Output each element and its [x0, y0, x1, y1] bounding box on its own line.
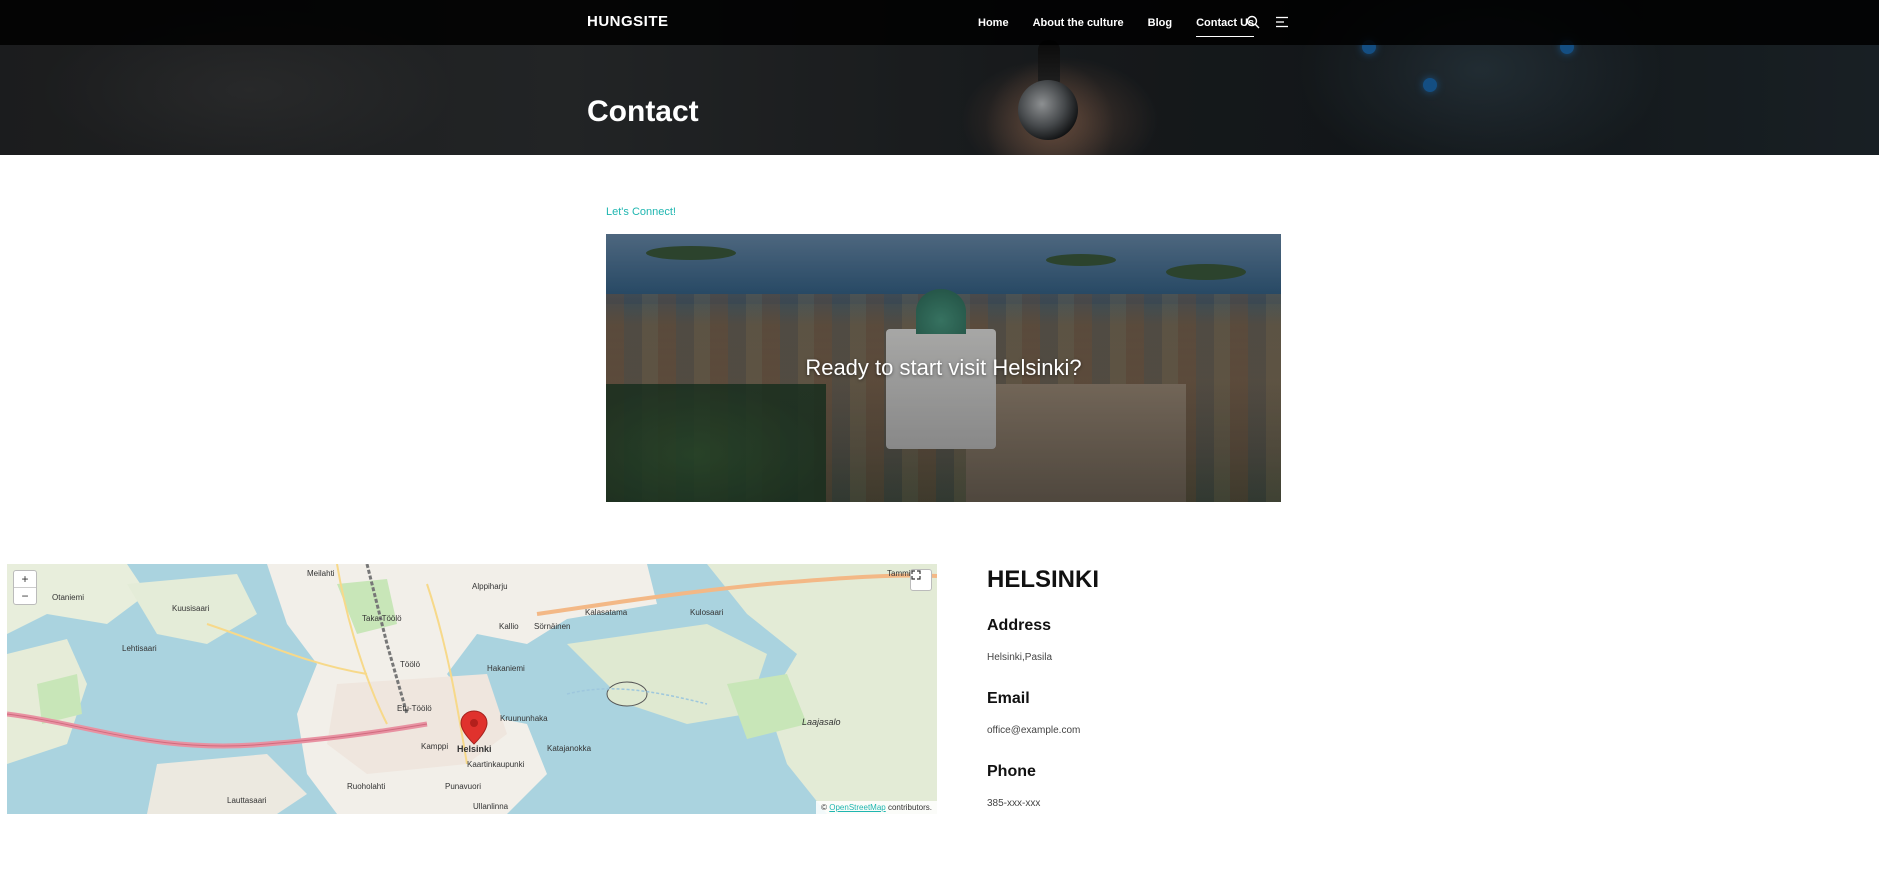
main-nav: Home About the culture Blog Contact Us: [978, 0, 1278, 45]
location-map[interactable]: Otaniemi Kuusisaari Lehtisaari Meilahti …: [7, 564, 937, 814]
navbar: HUNGSITE Home About the culture Blog Con…: [0, 0, 1879, 45]
map-label: Punavuori: [445, 782, 482, 791]
map-label: Töölö: [400, 660, 421, 669]
nav-about-culture[interactable]: About the culture: [1033, 15, 1124, 31]
map-label: Katajanokka: [547, 744, 592, 753]
map-zoom-control: + −: [13, 570, 37, 605]
attribution-suffix: contributors.: [887, 803, 932, 812]
map-label: Lehtisaari: [122, 644, 157, 653]
map-label: Kuusisaari: [172, 604, 210, 613]
map-label: Laajasalo: [802, 717, 841, 727]
map-label: Ruoholahti: [347, 782, 386, 791]
map-tiles: [7, 564, 937, 814]
map-label: Kaartinkaupunki: [467, 760, 525, 769]
address-value: Helsinki,Pasila: [987, 652, 1053, 663]
map-label: Kulosaari: [690, 608, 724, 617]
nav-blog[interactable]: Blog: [1148, 15, 1172, 31]
fullscreen-button[interactable]: [910, 569, 932, 591]
map-label: Kalasatama: [585, 608, 628, 617]
phone-value: 385-xxx-xxx: [987, 798, 1041, 809]
map-attribution: © OpenStreetMap contributors.: [816, 801, 937, 814]
email-heading: Email: [987, 690, 1030, 707]
openstreetmap-link[interactable]: OpenStreetMap: [829, 803, 885, 812]
map-label: Helsinki: [457, 744, 492, 754]
search-icon[interactable]: [1245, 14, 1261, 30]
section-eyebrow: Let's Connect!: [606, 206, 676, 218]
map-label: Sörnäinen: [534, 622, 571, 631]
zoom-out-button[interactable]: −: [14, 587, 36, 604]
map-label: Alppiharju: [472, 582, 508, 591]
map-label: Etu-Töölö: [397, 704, 432, 713]
email-value: office@example.com: [987, 725, 1081, 736]
banner-heading: Ready to start visit Helsinki?: [805, 355, 1082, 380]
city-heading: HELSINKI: [987, 566, 1100, 593]
map-label: Hakaniemi: [487, 664, 525, 673]
map-label: Kruununhaka: [500, 714, 548, 723]
address-heading: Address: [987, 617, 1052, 634]
map-label: Lauttasaari: [227, 796, 267, 805]
map-label: Taka-Töölö: [362, 614, 402, 623]
helsinki-banner-image: Ready to start visit Helsinki?: [606, 234, 1281, 502]
map-label: Kallio: [499, 622, 519, 631]
expand-icon: [911, 570, 921, 580]
attribution-prefix: ©: [821, 803, 828, 812]
hero-banner: HUNGSITE Home About the culture Blog Con…: [0, 0, 1879, 155]
menu-icon[interactable]: [1274, 14, 1290, 30]
phone-heading: Phone: [987, 763, 1036, 780]
nav-home[interactable]: Home: [978, 15, 1009, 31]
map-label: Kamppi: [421, 742, 449, 751]
page-title: Contact: [587, 95, 699, 128]
site-logo[interactable]: HUNGSITE: [587, 13, 669, 30]
map-label: Otaniemi: [52, 593, 85, 602]
zoom-in-button[interactable]: +: [14, 571, 36, 587]
map-label: Ullanlinna: [473, 802, 509, 811]
map-label: Meilahti: [307, 569, 335, 578]
